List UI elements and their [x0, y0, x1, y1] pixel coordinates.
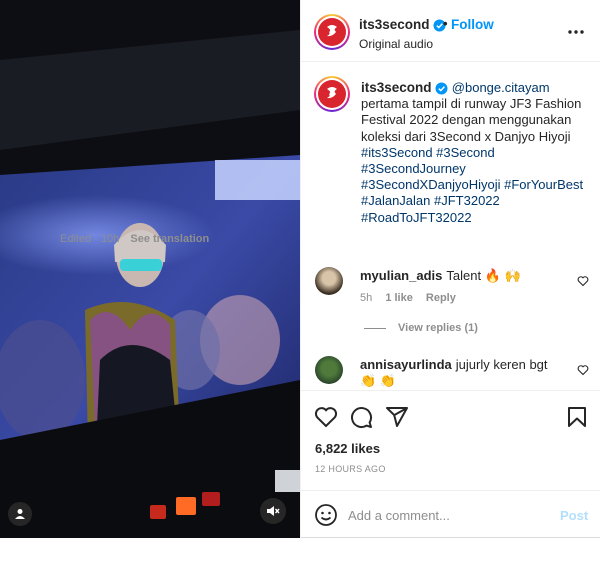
brand-logo-icon — [327, 25, 337, 37]
post-video[interactable] — [0, 0, 300, 538]
comment-item: annisayurlinda jujurly keren bgt 👏 👏 — [360, 357, 560, 389]
comment-username[interactable]: myulian_adis — [360, 268, 442, 283]
more-options-icon[interactable] — [566, 24, 586, 40]
user-tag-button[interactable] — [8, 502, 32, 526]
share-icon[interactable] — [385, 405, 409, 429]
brand-logo-icon — [327, 87, 337, 99]
caption-avatar[interactable] — [314, 76, 350, 112]
replies-divider — [364, 327, 386, 329]
caption-username[interactable]: its3second — [361, 80, 432, 95]
comment-icon[interactable] — [349, 405, 373, 429]
comment-input[interactable] — [348, 503, 548, 527]
comment-likes[interactable]: 1 like — [385, 292, 413, 304]
author-avatar[interactable] — [314, 14, 350, 50]
post-header: its3second • Follow Original audio — [301, 0, 600, 62]
user-tag-icon — [15, 509, 25, 519]
mute-button[interactable] — [260, 498, 286, 524]
video-frame — [0, 0, 300, 538]
commenter-avatar[interactable] — [315, 356, 343, 384]
reply-button[interactable]: Reply — [426, 292, 456, 304]
comment-text: Talent 🔥 🙌 — [446, 268, 521, 283]
add-comment-bar: Post — [300, 490, 600, 538]
emoji-icon[interactable] — [314, 503, 338, 527]
post-comment-button[interactable]: Post — [560, 508, 588, 523]
mute-icon — [267, 506, 280, 516]
comment-username[interactable]: annisayurlinda — [360, 357, 452, 372]
audio-link[interactable]: Original audio — [359, 37, 433, 51]
edited-time: Edited · 10h — [60, 233, 120, 245]
bookmark-icon[interactable] — [565, 405, 589, 429]
caption-meta: Edited · 10h See translation — [60, 233, 209, 245]
comment-item: myulian_adis Talent 🔥 🙌 — [360, 268, 560, 284]
likes-count[interactable]: 6,822 likes — [315, 441, 380, 456]
follow-button[interactable]: Follow — [451, 17, 494, 32]
view-replies-button[interactable]: View replies (1) — [364, 322, 478, 334]
post-timestamp: 12 HOURS AGO — [315, 464, 386, 474]
comment-meta: 5h 1 like Reply — [360, 292, 456, 304]
caption-text: pertama tampil di runway JF3 Fashion Fes… — [361, 96, 582, 144]
caption-mention[interactable]: @bonge.citayam — [452, 80, 550, 95]
commenter-avatar[interactable] — [315, 267, 343, 295]
heart-icon[interactable] — [314, 405, 338, 429]
author-username[interactable]: its3second — [359, 17, 446, 32]
comment-like-icon[interactable] — [577, 364, 589, 376]
verified-icon — [435, 82, 448, 95]
comment-time: 5h — [360, 292, 373, 304]
comment-like-icon[interactable] — [577, 275, 589, 287]
separator-dot: • — [443, 16, 448, 31]
post-caption: its3second @bonge.citayam pertama tampil… — [361, 80, 593, 226]
action-bar — [300, 390, 600, 440]
caption-hashtags[interactable]: #its3Second #3Second #3SecondJourney #3S… — [361, 145, 583, 225]
see-translation-link[interactable]: See translation — [130, 233, 209, 245]
